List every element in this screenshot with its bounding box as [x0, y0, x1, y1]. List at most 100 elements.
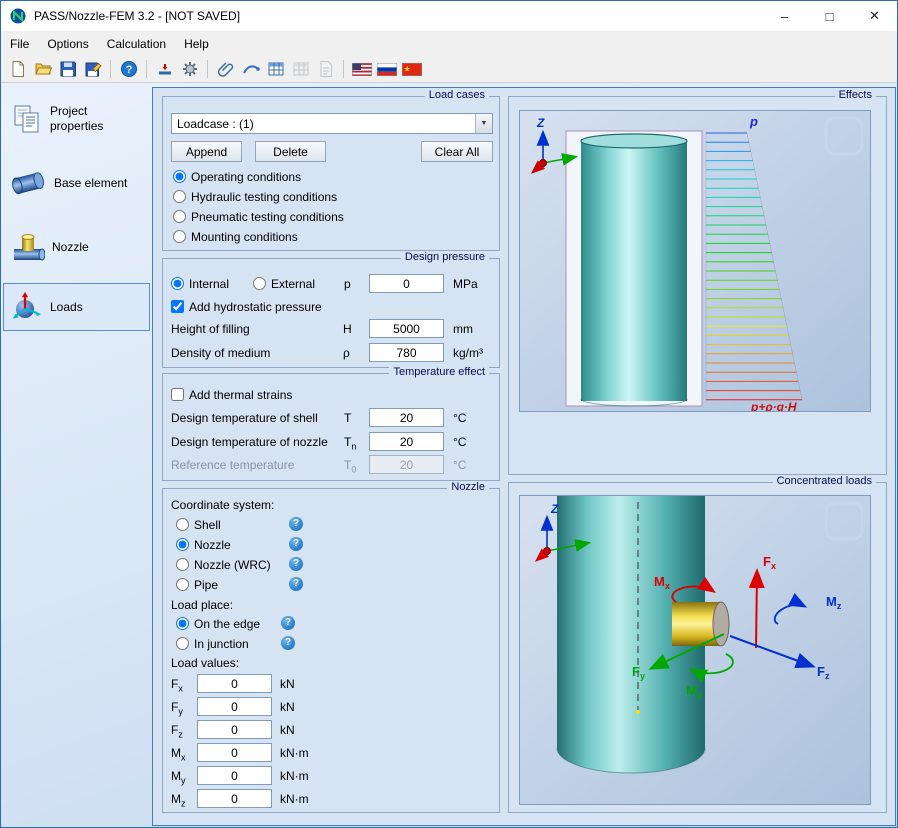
help-icon[interactable]: ? — [281, 636, 295, 650]
radio-mounting-conditions-input[interactable] — [173, 230, 186, 243]
reference-temp-input — [369, 455, 444, 474]
new-file-icon[interactable] — [6, 58, 29, 81]
fy-unit: kN — [280, 700, 295, 714]
thermal-strains-checkbox[interactable]: Add thermal strains — [171, 387, 292, 402]
radio-mounting-conditions[interactable]: Mounting conditions — [173, 229, 298, 244]
radio-coord-pipe[interactable]: Pipe — [176, 577, 218, 592]
temperature-effect-group: Temperature effect Add thermal strains D… — [162, 373, 500, 481]
radio-label: On the edge — [194, 617, 260, 631]
help-icon[interactable]: ? — [289, 577, 303, 591]
nozzle-temp-input[interactable] — [369, 432, 444, 451]
menu-help[interactable]: Help — [175, 33, 218, 55]
shell-temp-input[interactable] — [369, 408, 444, 427]
radio-operating-conditions-input[interactable] — [173, 170, 186, 183]
my-input[interactable] — [197, 766, 272, 785]
radio-external-input[interactable] — [253, 277, 266, 290]
radio-on-the-edge-input[interactable] — [176, 617, 189, 630]
loads-icon — [11, 291, 43, 323]
menu-file[interactable]: File — [1, 33, 38, 55]
close-button[interactable]: ✕ — [852, 1, 897, 31]
density-input[interactable] — [369, 343, 444, 362]
my-unit: kN·m — [280, 769, 309, 783]
menu-options[interactable]: Options — [38, 33, 97, 55]
pressure-unit: MPa — [453, 277, 478, 291]
help-icon[interactable]: ? — [289, 557, 303, 571]
hydrostatic-checkbox[interactable]: Add hydrostatic pressure — [171, 299, 322, 314]
save-icon[interactable] — [56, 58, 79, 81]
group-title: Temperature effect — [389, 366, 489, 378]
radio-in-junction[interactable]: In junction — [176, 636, 249, 651]
grid-icon[interactable] — [289, 58, 312, 81]
attach-icon[interactable] — [214, 58, 237, 81]
radio-coord-nozzle-wrc[interactable]: Nozzle (WRC) — [176, 557, 271, 572]
fy-input[interactable] — [197, 697, 272, 716]
fem-model-icon[interactable] — [153, 58, 176, 81]
settings-icon[interactable] — [178, 58, 201, 81]
radio-internal-input[interactable] — [171, 277, 184, 290]
loadcase-dropdown[interactable]: Loadcase : (1) ▼ — [171, 113, 493, 134]
radio-coord-shell-input[interactable] — [176, 518, 189, 531]
radio-pneumatic-testing[interactable]: Pneumatic testing conditions — [173, 209, 344, 224]
radio-on-the-edge[interactable]: On the edge — [176, 616, 260, 631]
radio-in-junction-input[interactable] — [176, 637, 189, 650]
height-symbol: H — [343, 322, 352, 336]
radio-operating-conditions[interactable]: Operating conditions — [173, 169, 301, 184]
effects-3d-view[interactable]: Z — [519, 110, 871, 412]
radio-coord-nozzle-wrc-input[interactable] — [176, 558, 189, 571]
flag-cn-icon[interactable]: ★ — [400, 58, 423, 81]
sidebar-item-label: Base element — [54, 176, 127, 191]
group-title: Load cases — [425, 89, 489, 101]
open-folder-icon[interactable] — [31, 58, 54, 81]
fz-input[interactable] — [197, 720, 272, 739]
table-icon[interactable] — [264, 58, 287, 81]
fz-symbol: Fz — [171, 723, 183, 739]
radio-internal[interactable]: Internal — [171, 276, 229, 291]
sidebar-item-project-properties[interactable]: Project properties — [3, 95, 150, 143]
load-cases-group: Load cases Loadcase : (1) ▼ Append Delet… — [162, 96, 500, 251]
dropdown-arrow-icon[interactable]: ▼ — [475, 114, 492, 133]
menu-calculation[interactable]: Calculation — [98, 33, 175, 55]
concentrated-loads-3d-view[interactable]: Z Fx Mx Fy My Fz — [519, 495, 871, 805]
fx-input[interactable] — [197, 674, 272, 693]
append-button[interactable]: Append — [171, 141, 242, 162]
radio-coord-nozzle-input[interactable] — [176, 538, 189, 551]
radio-label: Hydraulic testing conditions — [191, 190, 337, 204]
help-icon[interactable]: ? — [289, 517, 303, 531]
radio-hydraulic-testing-input[interactable] — [173, 190, 186, 203]
maximize-button[interactable]: □ — [807, 1, 852, 31]
radio-coord-nozzle[interactable]: Nozzle — [176, 537, 231, 552]
radio-external[interactable]: External — [253, 276, 315, 291]
mz-input[interactable] — [197, 789, 272, 808]
radio-label: In junction — [194, 637, 249, 651]
workspace: Project properties Base element — [1, 83, 897, 827]
sidebar-item-base-element[interactable]: Base element — [3, 159, 150, 207]
thermal-strains-checkbox-input[interactable] — [171, 388, 184, 401]
radio-pneumatic-testing-input[interactable] — [173, 210, 186, 223]
toolbar-separator — [207, 60, 208, 78]
clear-all-button[interactable]: Clear All — [421, 141, 493, 162]
radio-coord-pipe-input[interactable] — [176, 578, 189, 591]
hydrostatic-checkbox-input[interactable] — [171, 300, 184, 313]
sidebar-item-label: Loads — [50, 300, 83, 315]
reference-temp-unit: °C — [453, 458, 466, 472]
nozzle-temp-unit: °C — [453, 435, 466, 449]
sidebar-item-loads[interactable]: Loads — [3, 283, 150, 331]
delete-button[interactable]: Delete — [255, 141, 326, 162]
pressure-input[interactable] — [369, 274, 444, 293]
sidebar-item-nozzle[interactable]: Nozzle — [3, 223, 150, 271]
help-icon[interactable]: ? — [281, 616, 295, 630]
flag-en-icon[interactable] — [350, 58, 373, 81]
flag-ru-icon[interactable] — [375, 58, 398, 81]
report-icon[interactable] — [314, 58, 337, 81]
help-icon[interactable]: ? — [117, 58, 140, 81]
radio-hydraulic-testing[interactable]: Hydraulic testing conditions — [173, 189, 337, 204]
mesh-icon[interactable] — [239, 58, 262, 81]
help-icon[interactable]: ? — [289, 537, 303, 551]
radio-coord-shell[interactable]: Shell — [176, 517, 221, 532]
origin-point — [544, 548, 551, 555]
minimize-button[interactable]: – — [762, 1, 807, 31]
save-as-icon[interactable] — [81, 58, 104, 81]
height-input[interactable] — [369, 319, 444, 338]
origin-point — [540, 160, 547, 167]
mx-input[interactable] — [197, 743, 272, 762]
